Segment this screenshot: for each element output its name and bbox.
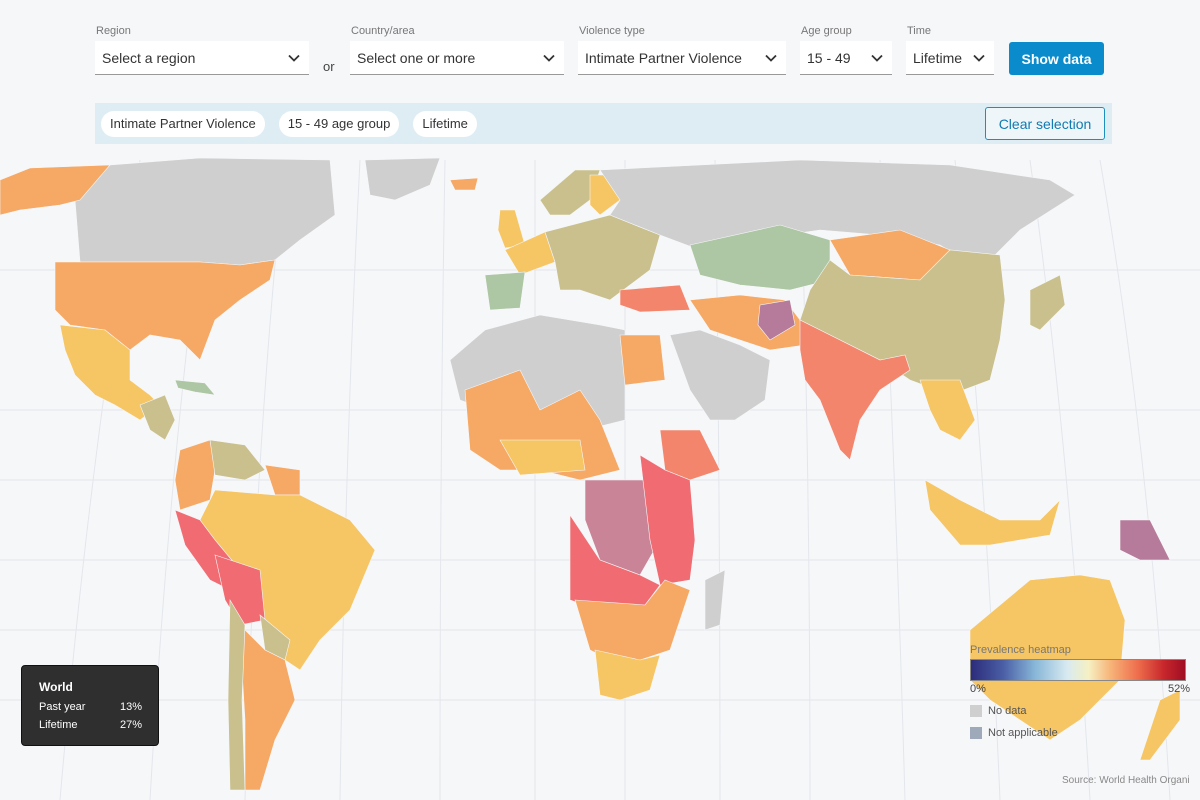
past-year-value: 13% — [119, 701, 142, 713]
filter-bar: Region Select a region or Country/area S… — [0, 0, 1200, 95]
time-select[interactable]: Lifetime — [906, 41, 994, 75]
country-colombia[interactable] — [174, 439, 216, 511]
country-madagascar[interactable] — [704, 569, 726, 631]
lifetime-value: 27% — [119, 719, 142, 731]
or-label: or — [323, 59, 335, 74]
world-summary-title: World — [39, 680, 73, 694]
country-greenland[interactable] — [364, 157, 441, 201]
violence-type-field: Violence type Intimate Partner Violence — [578, 24, 786, 75]
country-uk[interactable] — [497, 209, 526, 249]
past-year-label: Past year — [39, 701, 86, 713]
no-data-swatch — [970, 705, 982, 717]
country-guyana[interactable] — [264, 464, 301, 496]
country-japan[interactable] — [1029, 274, 1066, 331]
selection-chip-age-group: 15 - 49 age group — [278, 110, 400, 137]
prevalence-legend: Prevalence heatmap 0% 52% No data Not ap… — [970, 644, 1190, 739]
country-venezuela[interactable] — [209, 439, 266, 481]
country-chile[interactable] — [227, 598, 246, 791]
time-field: Time Lifetime — [906, 24, 994, 75]
country-field: Country/area Select one or more — [350, 24, 564, 75]
no-data-label: No data — [988, 705, 1027, 717]
chevron-down-icon — [765, 54, 777, 62]
world-summary-row: Past year 13% — [39, 701, 142, 713]
chevron-down-icon — [973, 54, 985, 62]
time-value: Lifetime — [913, 49, 963, 66]
country-select[interactable]: Select one or more — [350, 41, 564, 75]
clear-selection-button[interactable]: Clear selection — [985, 107, 1105, 140]
violence-type-value: Intimate Partner Violence — [585, 49, 742, 66]
country-iceland[interactable] — [449, 177, 479, 191]
country-canada[interactable] — [74, 157, 336, 266]
selection-chip-time: Lifetime — [413, 110, 477, 137]
age-group-value: 15 - 49 — [807, 49, 851, 66]
legend-no-data: No data — [970, 705, 1190, 717]
country-egypt[interactable] — [619, 334, 666, 386]
chevron-down-icon — [288, 54, 300, 62]
violence-type-select[interactable]: Intimate Partner Violence — [578, 41, 786, 75]
country-cuba[interactable] — [174, 379, 216, 396]
not-applicable-swatch — [970, 727, 982, 739]
country-indonesia[interactable] — [924, 479, 1061, 546]
country-south-africa[interactable] — [594, 649, 661, 701]
legend-not-applicable: Not applicable — [970, 727, 1190, 739]
show-data-button[interactable]: Show data — [1009, 42, 1104, 75]
legend-title: Prevalence heatmap — [970, 644, 1071, 656]
legend-max: 52% — [1167, 683, 1190, 695]
age-group-label: Age group — [801, 25, 852, 37]
region-select-value: Select a region — [102, 49, 196, 66]
legend-ticks: 0% 52% — [970, 683, 1190, 695]
region-select[interactable]: Select a region — [95, 41, 309, 75]
chevron-down-icon — [871, 54, 883, 62]
country-iberia[interactable] — [484, 271, 526, 311]
lifetime-label: Lifetime — [39, 719, 78, 731]
time-label: Time — [907, 25, 932, 37]
violence-type-label: Violence type — [579, 25, 645, 37]
world-summary-box: World Past year 13% Lifetime 27% — [21, 665, 159, 746]
chevron-down-icon — [543, 54, 555, 62]
legend-color-scale — [970, 659, 1186, 681]
source-note: Source: World Health Organi — [1062, 775, 1190, 786]
age-group-select[interactable]: 15 - 49 — [800, 41, 892, 75]
selection-bar: Intimate Partner Violence 15 - 49 age gr… — [95, 103, 1112, 144]
not-applicable-label: Not applicable — [988, 727, 1058, 739]
region-field: Region Select a region — [95, 24, 309, 75]
country-label: Country/area — [351, 25, 415, 37]
country-turkey[interactable] — [619, 284, 691, 313]
legend-min: 0% — [970, 683, 986, 695]
region-label: Region — [96, 25, 131, 37]
selection-chip-violence-type: Intimate Partner Violence — [101, 110, 265, 137]
country-papua[interactable] — [1119, 519, 1171, 561]
world-summary-row: Lifetime 27% — [39, 719, 142, 731]
country-select-value: Select one or more — [357, 49, 476, 66]
age-group-field: Age group 15 - 49 — [800, 24, 892, 75]
